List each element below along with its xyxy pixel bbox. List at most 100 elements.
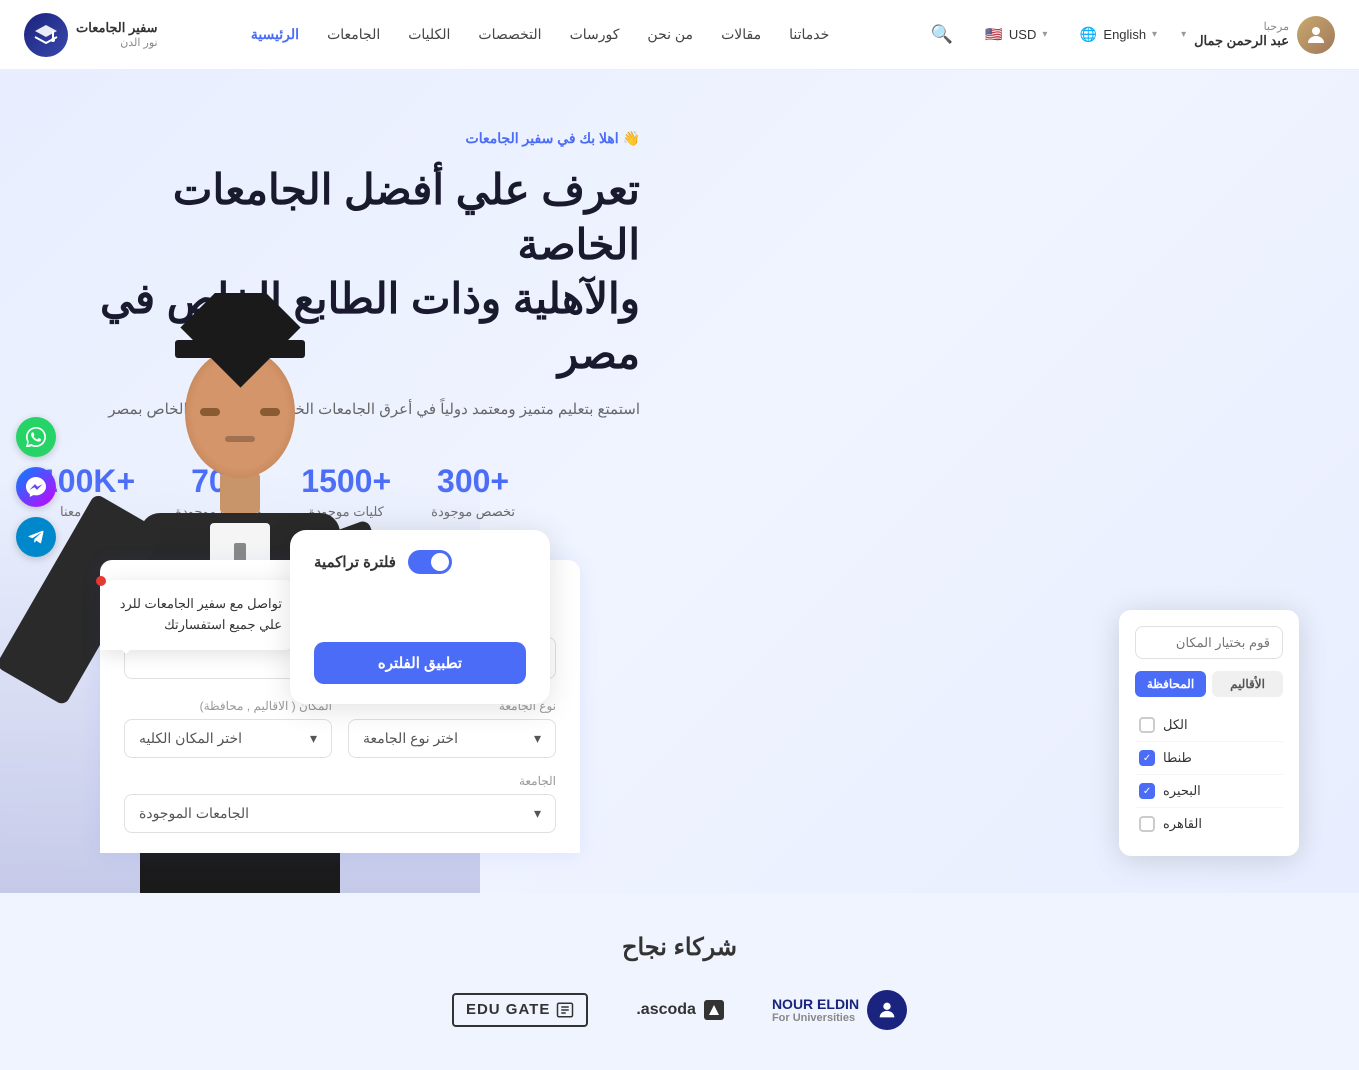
- hero-badge: 👋 اهلا بك في سفير الجامعات: [466, 130, 640, 147]
- nav-link-courses[interactable]: كورسات: [570, 26, 620, 43]
- nav-link-specializations[interactable]: التخصصات: [478, 26, 541, 43]
- user-greeting[interactable]: مرحبا عبد الرحمن جمال ▾: [1181, 16, 1335, 54]
- graduation-cap: [175, 340, 305, 358]
- filter-university-label: الجامعة: [124, 774, 556, 788]
- currency-label: USD: [1009, 27, 1036, 42]
- filter-panel-spacer: [314, 594, 526, 634]
- chevron-down-icon-uni: ▾: [534, 805, 541, 822]
- filter-location-select[interactable]: ▾ اختر المكان الكليه: [124, 719, 332, 758]
- filter-panel-title: فلترة تراكمية: [314, 553, 396, 571]
- filter-university: الجامعة ▾ الجامعات الموجودة: [124, 774, 556, 833]
- user-dropdown-arrow: ▾: [1181, 29, 1186, 40]
- partner-edugate: EDU GATE: [452, 993, 588, 1027]
- nav-link-about[interactable]: من نحن: [647, 26, 693, 43]
- list-item-cairo[interactable]: القاهره: [1135, 808, 1283, 840]
- filter-university-select[interactable]: ▾ الجامعات الموجودة: [124, 794, 556, 833]
- partners-title: شركاء نجاح: [60, 933, 1299, 962]
- nour-eldin-icon: [876, 999, 898, 1021]
- label-beheira: البحيره: [1163, 783, 1201, 799]
- popup-tab-governorate[interactable]: المحافظة: [1135, 671, 1206, 697]
- filter-type-select[interactable]: ▾ اختر نوع الجامعة: [348, 719, 556, 758]
- navbar-left: مرحبا عبد الرحمن جمال ▾ ▾ English 🌐 ▾ US…: [923, 16, 1336, 54]
- user-greeting-text: مرحبا: [1194, 20, 1289, 33]
- search-button[interactable]: 🔍: [923, 20, 961, 49]
- hero-section: تواصل مع سفير الجامعات للرد علي جميع است…: [0, 70, 1359, 893]
- filter-panel: فلترة تراكمية تطبيق الفلتره: [290, 530, 550, 704]
- nav-link-articles[interactable]: مقالات: [721, 26, 761, 43]
- list-item-tanta[interactable]: طنطا ✓: [1135, 742, 1283, 775]
- language-selector[interactable]: ▾ English 🌐: [1071, 22, 1165, 48]
- user-icon: [1304, 23, 1328, 47]
- currency-arrow: ▾: [1042, 29, 1047, 40]
- nour-eldin-text: NOUR ELDIN For Universities: [772, 996, 859, 1024]
- list-item-all[interactable]: الكل: [1135, 709, 1283, 742]
- navbar-brand: سفير الجامعات نور الدن: [24, 13, 158, 57]
- label-tanta: طنطا: [1163, 750, 1192, 766]
- language-flag: 🌐: [1079, 26, 1097, 44]
- avatar: [1297, 16, 1335, 54]
- nav-link-universities[interactable]: الجامعات: [327, 26, 380, 43]
- hero-title-line1: تعرف علي أفضل الجامعات الخاصة: [173, 166, 640, 268]
- neck: [220, 473, 260, 513]
- nav-link-home[interactable]: الرئيسية: [251, 26, 299, 43]
- apply-filter-button[interactable]: تطبيق الفلتره: [314, 642, 526, 684]
- whatsapp-svg: [26, 427, 46, 447]
- user-name-block: مرحبا عبد الرحمن جمال: [1194, 20, 1289, 49]
- logo-svg: [33, 22, 59, 48]
- label-all: الكل: [1163, 717, 1188, 733]
- brand-logo-icon: [24, 13, 68, 57]
- chevron-down-icon: ▾: [534, 730, 541, 747]
- chevron-down-icon-loc: ▾: [310, 730, 317, 747]
- partner-nour-eldin: NOUR ELDIN For Universities: [772, 990, 907, 1030]
- mouth: [225, 436, 255, 442]
- currency-selector[interactable]: ▾ USD 🇺🇸: [977, 22, 1055, 48]
- right-eye-area: [260, 408, 280, 416]
- brand-subtitle: نور الدن: [76, 36, 158, 49]
- nour-eldin-avatar: [867, 990, 907, 1030]
- language-label: English: [1103, 27, 1146, 42]
- label-cairo: القاهره: [1163, 816, 1202, 832]
- checkbox-all[interactable]: [1139, 717, 1155, 733]
- search-icon: 🔍: [931, 24, 953, 44]
- chat-bubble-text: تواصل مع سفير الجامعات للرد علي جميع است…: [120, 596, 282, 632]
- location-popup-search[interactable]: [1135, 626, 1283, 659]
- nav-link-colleges[interactable]: الكليات: [408, 26, 450, 43]
- telegram-svg: [26, 527, 46, 547]
- navbar-links: خدماتنا مقالات من نحن كورسات التخصصات ال…: [251, 26, 829, 43]
- filter-panel-header: فلترة تراكمية: [314, 550, 526, 574]
- nour-eldin-sub: For Universities: [772, 1012, 859, 1024]
- partners-logos: NOUR ELDIN For Universities ascoda. EDU …: [60, 990, 1299, 1030]
- location-popup: الأقاليم المحافظة الكل طنطا ✓ البحيره ✓ …: [1119, 610, 1299, 856]
- toggle-cumulative[interactable]: [408, 550, 452, 574]
- checkbox-cairo[interactable]: [1139, 816, 1155, 832]
- partners-section: شركاء نجاح NOUR ELDIN For Universities: [0, 893, 1359, 1070]
- edugate-icon: [556, 1001, 574, 1019]
- popup-tabs: الأقاليم المحافظة: [1135, 671, 1283, 697]
- filter-location-placeholder: اختر المكان الكليه: [139, 730, 242, 747]
- lang-arrow: ▾: [1152, 29, 1157, 40]
- messenger-svg: [26, 477, 46, 497]
- nav-link-services[interactable]: خدماتنا: [789, 26, 829, 43]
- social-icons: [16, 417, 56, 557]
- partner-ascoda: ascoda.: [636, 1000, 724, 1020]
- filter-university-placeholder: الجامعات الموجودة: [139, 805, 249, 822]
- ascoda-icon: [704, 1000, 724, 1020]
- list-item-beheira[interactable]: البحيره ✓: [1135, 775, 1283, 808]
- whatsapp-icon[interactable]: [16, 417, 56, 457]
- filter-location: المكان ( الاقاليم , محافظة) ▾ اختر المكا…: [124, 699, 332, 758]
- ascoda-svg: [708, 1004, 720, 1016]
- checkbox-beheira[interactable]: ✓: [1139, 783, 1155, 799]
- brand-name-block: سفير الجامعات نور الدن: [76, 20, 158, 49]
- ascoda-name: ascoda.: [636, 1001, 696, 1019]
- checkbox-tanta[interactable]: ✓: [1139, 750, 1155, 766]
- popup-list: الكل طنطا ✓ البحيره ✓ القاهره: [1135, 709, 1283, 840]
- messenger-icon[interactable]: [16, 467, 56, 507]
- brand-title: سفير الجامعات: [76, 20, 158, 36]
- edugate-name: EDU GATE: [466, 1001, 550, 1018]
- popup-tab-regions[interactable]: الأقاليم: [1212, 671, 1283, 697]
- filter-type: نوع الجامعة ▾ اختر نوع الجامعة: [348, 699, 556, 758]
- telegram-icon[interactable]: [16, 517, 56, 557]
- nour-eldin-logo: [867, 990, 907, 1030]
- currency-flag: 🇺🇸: [985, 26, 1003, 44]
- user-name: عبد الرحمن جمال: [1194, 33, 1289, 49]
